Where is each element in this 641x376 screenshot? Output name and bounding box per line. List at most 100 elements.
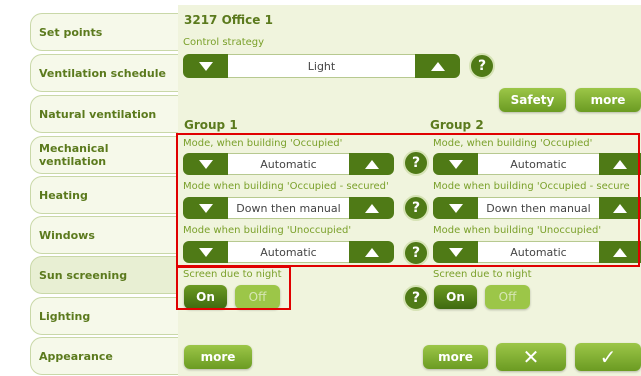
- tab-set-points[interactable]: Set points: [30, 13, 178, 51]
- tab-sun-screening[interactable]: Sun screening: [30, 256, 178, 294]
- group1-unoccupied-value: Automatic: [228, 241, 349, 263]
- group2-unoccupied-value: Automatic: [478, 241, 599, 263]
- group1-unoccupied-down-button[interactable]: [183, 241, 228, 263]
- group-secured-help-button[interactable]: ?: [403, 195, 429, 221]
- group1-occupied-down-button[interactable]: [183, 153, 228, 175]
- group2-occupied-spinner: Automatic: [433, 153, 641, 175]
- arrow-down-icon: [448, 203, 463, 213]
- arrow-up-icon: [364, 203, 379, 213]
- group2-unoccupied-up-button[interactable]: [599, 241, 641, 263]
- tab-label: Windows: [39, 228, 95, 242]
- group-occupied-help-button[interactable]: ?: [403, 150, 429, 176]
- help-icon: ?: [411, 290, 421, 306]
- group1-secured-up-button[interactable]: [349, 197, 394, 219]
- group1-night-label: Screen due to night: [183, 269, 282, 280]
- group2-unoccupied-spinner: Automatic: [433, 241, 641, 263]
- control-strategy-value: Light: [228, 54, 415, 78]
- group2-night-on-button[interactable]: On: [434, 285, 477, 309]
- group1-title: Group 1: [184, 118, 238, 132]
- arrow-down-icon: [198, 159, 213, 169]
- on-label: On: [196, 290, 215, 304]
- group2-secured-spinner: Down then manual: [433, 197, 641, 219]
- arrow-up-icon: [364, 159, 379, 169]
- group2-night-label: Screen due to night: [433, 269, 532, 280]
- group2-night-off-button[interactable]: Off: [485, 285, 530, 309]
- more-bottom-left-button[interactable]: more: [184, 345, 252, 369]
- help-icon: ?: [411, 155, 421, 171]
- tab-label: Heating: [39, 188, 88, 202]
- tab-label: Set points: [39, 25, 103, 39]
- group1-unoccupied-spinner: Automatic: [183, 241, 394, 263]
- off-label: Off: [498, 290, 517, 304]
- tab-appearance[interactable]: Appearance: [30, 337, 178, 375]
- group1-unoccupied-label: Mode when building 'Unoccupied': [183, 225, 352, 236]
- group1-night-off-button[interactable]: Off: [235, 285, 280, 309]
- group1-occupied-value: Automatic: [228, 153, 349, 175]
- group2-unoccupied-down-button[interactable]: [433, 241, 478, 263]
- control-strategy-help-button[interactable]: ?: [469, 53, 495, 79]
- safety-button[interactable]: Safety: [499, 88, 566, 112]
- control-strategy-spinner: Light: [183, 54, 460, 78]
- group-unoccupied-help-button[interactable]: ?: [403, 240, 429, 266]
- group1-secured-down-button[interactable]: [183, 197, 228, 219]
- control-strategy-label: Control strategy: [183, 37, 265, 48]
- more-top-button[interactable]: more: [575, 88, 641, 112]
- arrow-up-icon: [613, 159, 627, 169]
- group2-secured-up-button[interactable]: [599, 197, 641, 219]
- tab-label: Mechanical ventilation: [39, 142, 109, 168]
- page-title: 3217 Office 1: [184, 13, 273, 27]
- tab-label: Appearance: [39, 349, 113, 363]
- help-icon: ?: [477, 58, 487, 74]
- group1-secured-value: Down then manual: [228, 197, 349, 219]
- group2-occupied-up-button[interactable]: [599, 153, 641, 175]
- group2-occupied-label: Mode, when building 'Occupied': [433, 138, 593, 149]
- group2-unoccupied-label: Mode when building 'Unoccupied': [433, 225, 602, 236]
- arrow-up-icon: [613, 203, 627, 213]
- more-label: more: [200, 350, 236, 364]
- arrow-down-icon: [198, 203, 213, 213]
- group2-title: Group 2: [430, 118, 484, 132]
- tab-natural-ventilation[interactable]: Natural ventilation: [30, 95, 178, 133]
- arrow-up-icon: [613, 247, 627, 257]
- tab-label: Lighting: [39, 309, 91, 323]
- arrow-up-icon: [364, 247, 379, 257]
- group2-secured-value: Down then manual: [478, 197, 599, 219]
- close-icon: ✕: [522, 345, 540, 369]
- help-icon: ?: [411, 245, 421, 261]
- group1-occupied-label: Mode, when building 'Occupied': [183, 138, 343, 149]
- group1-secured-label: Mode when building 'Occupied - secured': [183, 181, 389, 192]
- confirm-button[interactable]: ✓: [575, 343, 641, 371]
- arrow-down-icon: [448, 247, 463, 257]
- group2-night-help-button[interactable]: ?: [403, 285, 429, 311]
- tab-ventilation-schedule[interactable]: Ventilation schedule: [30, 54, 178, 92]
- group2-secured-down-button[interactable]: [433, 197, 478, 219]
- tab-lighting[interactable]: Lighting: [30, 297, 178, 335]
- on-label: On: [446, 290, 465, 304]
- group1-night-on-button[interactable]: On: [184, 285, 227, 309]
- more-label: more: [590, 93, 626, 107]
- control-strategy-down-button[interactable]: [183, 54, 228, 78]
- group2-occupied-value: Automatic: [478, 153, 599, 175]
- arrow-up-icon: [430, 61, 445, 71]
- group2-secured-label: Mode when building 'Occupied - secure: [433, 181, 630, 192]
- control-strategy-up-button[interactable]: [415, 54, 460, 78]
- more-label: more: [438, 350, 473, 364]
- safety-label: Safety: [510, 93, 555, 107]
- tab-label: Ventilation schedule: [39, 66, 166, 80]
- arrow-down-icon: [448, 159, 463, 169]
- check-icon: ✓: [599, 345, 617, 369]
- group1-occupied-up-button[interactable]: [349, 153, 394, 175]
- tab-mechanical-ventilation[interactable]: Mechanical ventilation: [30, 136, 178, 174]
- more-bottom-right-button[interactable]: more: [423, 345, 488, 369]
- group2-occupied-down-button[interactable]: [433, 153, 478, 175]
- group1-occupied-spinner: Automatic: [183, 153, 394, 175]
- arrow-down-icon: [198, 61, 213, 71]
- group1-secured-spinner: Down then manual: [183, 197, 394, 219]
- help-icon: ?: [411, 200, 421, 216]
- tab-label: Natural ventilation: [39, 107, 157, 121]
- tab-heating[interactable]: Heating: [30, 176, 178, 214]
- group1-unoccupied-up-button[interactable]: [349, 241, 394, 263]
- tab-column: Set points Ventilation schedule Natural …: [0, 0, 178, 376]
- tab-windows[interactable]: Windows: [30, 216, 178, 254]
- cancel-button[interactable]: ✕: [496, 343, 566, 371]
